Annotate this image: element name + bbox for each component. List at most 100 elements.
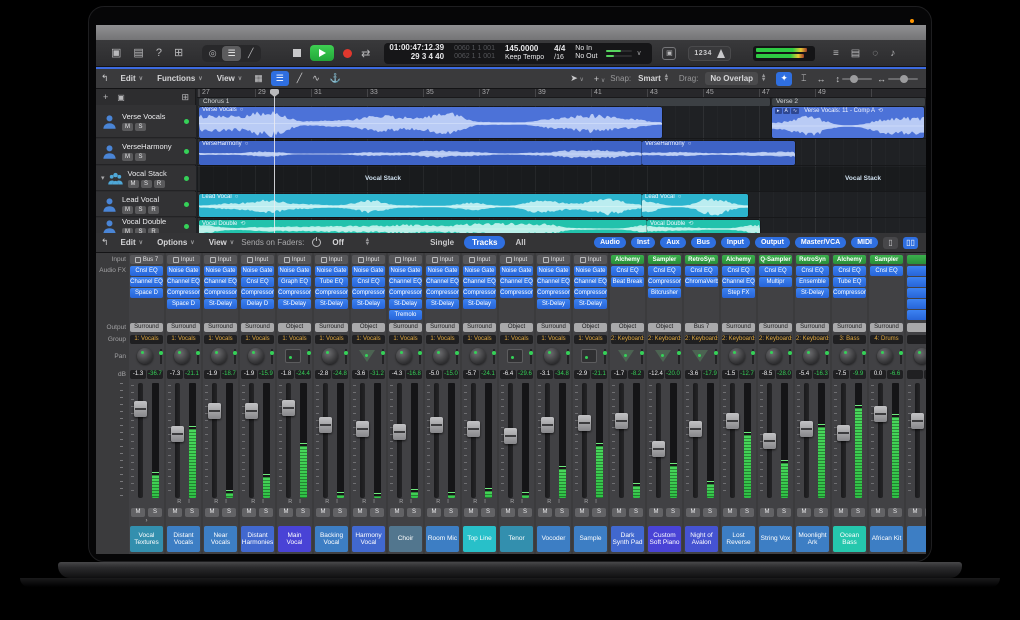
channel-name[interactable]: Custom Soft Piano <box>648 526 681 552</box>
mute-button[interactable]: M <box>390 508 404 517</box>
fx-plugin-slot[interactable]: Tube EQ <box>833 277 866 287</box>
fx-plugin-slot[interactable]: Noise Gate <box>537 266 570 276</box>
volume-db-value[interactable]: -12.4 <box>648 370 664 379</box>
solo-button[interactable]: S <box>135 206 146 214</box>
mute-button[interactable]: M <box>427 508 441 517</box>
duplicate-track-button[interactable]: ▣ <box>117 93 125 102</box>
channel-strip-moonlight-ark[interactable]: RetroSynCnsl EQEnsembleSt-DelaySurround2… <box>795 253 830 554</box>
track-header-vocal-stack[interactable]: ▾Vocal StackMSR <box>96 166 196 191</box>
track-import-icon[interactable]: ⚓ <box>325 73 346 84</box>
record-button[interactable] <box>343 49 352 58</box>
volume-db-value[interactable]: 0.0 <box>870 370 886 379</box>
audio-region[interactable]: Lead Vocal○ <box>642 194 748 217</box>
pan-spread-slider[interactable] <box>271 349 273 364</box>
pan-spread-slider[interactable] <box>197 349 199 364</box>
object-panner-triangle[interactable] <box>692 350 708 362</box>
mute-button[interactable]: M <box>122 206 133 214</box>
volume-db-value[interactable]: -1.9 <box>241 370 257 379</box>
fx-plugin-slot[interactable]: Tube EQ <box>315 277 348 287</box>
fx-plugin-slot[interactable]: Multipr <box>759 277 792 287</box>
fx-plugin-slot[interactable]: Cnsl EQ <box>870 266 903 276</box>
fx-plugin-slot[interactable]: Channel EQ <box>463 277 496 287</box>
menu-view[interactable]: View∨ <box>210 74 250 83</box>
peak-db-value[interactable]: -31.2 <box>369 370 385 379</box>
group-slot[interactable] <box>907 335 926 344</box>
fx-plugin-slot[interactable]: Noise Gate <box>389 266 422 276</box>
single-strip-view-icon[interactable]: ▯ <box>883 237 898 249</box>
peak-db-value[interactable]: -17.9 <box>702 370 718 379</box>
pan-knob[interactable] <box>174 348 190 364</box>
pan-spread-slider[interactable] <box>419 349 421 364</box>
volume-db-value[interactable]: -5.4 <box>796 370 812 379</box>
fx-plugin-slot[interactable]: St-Delay <box>463 299 496 309</box>
mixer-filter-aux[interactable]: Aux <box>660 237 685 248</box>
mute-button[interactable]: M <box>122 153 133 161</box>
output-slot[interactable]: Object <box>648 323 681 332</box>
pan-control[interactable] <box>721 346 756 368</box>
object-panner-triangle[interactable] <box>359 350 375 362</box>
channel-strip-distant-harmonies[interactable]: InputNoise GateCnsl EQCompressorDelay DS… <box>240 253 275 554</box>
channel-name[interactable]: Distant Vocals <box>167 526 200 552</box>
bar-ruler[interactable]: 272931333537394143454749 <box>197 89 926 98</box>
solo-button[interactable]: S <box>518 508 532 517</box>
pan-spread-slider[interactable] <box>863 349 865 364</box>
volume-db-value[interactable]: -1.5 <box>722 370 738 379</box>
mute-button[interactable]: M <box>908 508 922 517</box>
input-monitor-button[interactable]: I <box>225 499 227 506</box>
solo-button[interactable]: S <box>296 508 310 517</box>
count-in-button[interactable]: 1234 <box>694 50 712 57</box>
back-icon[interactable]: ↰ <box>96 237 114 248</box>
input-slot[interactable]: Input <box>352 255 385 264</box>
volume-db-value[interactable]: -2.8 <box>315 370 331 379</box>
group-slot[interactable]: 1: Vocals <box>204 335 237 344</box>
pan-control[interactable] <box>129 346 164 368</box>
volume-fader[interactable] <box>837 425 850 441</box>
fx-plugin-slot[interactable]: Compressor <box>204 288 237 298</box>
channel-strip-ocean-bass[interactable]: AlchemyCnsl EQTube EQCompressorSurround3… <box>832 253 867 554</box>
mixer-filter-audio[interactable]: Audio <box>594 237 626 248</box>
input-monitor-button[interactable]: I <box>299 499 301 506</box>
volume-fader[interactable] <box>578 415 591 431</box>
mixer-filter-master-vca[interactable]: Master/VCA <box>795 237 846 248</box>
fx-plugin-slot[interactable]: Cnsl EQ <box>611 266 644 276</box>
output-slot[interactable]: Surround <box>722 323 755 332</box>
record-enable-button[interactable]: R <box>436 499 440 506</box>
volume-db-value[interactable]: -5.7 <box>463 370 479 379</box>
mute-button[interactable]: M <box>279 508 293 517</box>
input-slot[interactable]: Input <box>315 255 348 264</box>
arrangement-marker[interactable]: Verse 2 <box>772 98 926 106</box>
solo-button[interactable]: S <box>259 508 273 517</box>
channel-name[interactable]: Lost Reverse <box>722 526 755 552</box>
track-header-lead-vocal[interactable]: Lead VocalMSR <box>96 192 196 217</box>
stack-disclosure-icon[interactable]: ▾ <box>101 174 105 182</box>
channel-strip-near-vocals[interactable]: InputNoise GateChannel EQCompressorSt-De… <box>203 253 238 554</box>
solo-button[interactable]: S <box>222 508 236 517</box>
fx-plugin-slot[interactable]: St-Delay <box>315 299 348 309</box>
mute-button[interactable]: M <box>612 508 626 517</box>
output-slot[interactable] <box>907 323 926 332</box>
add-track-button[interactable]: + <box>103 92 108 102</box>
channel-strip-partial[interactable]: MS <box>906 253 926 554</box>
input-slot[interactable]: RetroSyn <box>796 255 829 264</box>
channel-name[interactable]: Near Vocals <box>204 526 237 552</box>
pan-control[interactable] <box>314 346 349 368</box>
input-slot[interactable]: Alchemy <box>722 255 755 264</box>
volume-fader[interactable] <box>652 441 665 457</box>
list-view-icon[interactable]: ☰ <box>271 71 289 86</box>
fx-plugin-slot[interactable]: Cnsl EQ <box>352 277 385 287</box>
output-slot[interactable]: Surround <box>833 323 866 332</box>
solo-button[interactable]: S <box>666 508 680 517</box>
channel-name[interactable]: Vocal Textures <box>130 526 163 552</box>
mute-button[interactable]: M <box>723 508 737 517</box>
output-slot[interactable]: Surround <box>389 323 422 332</box>
mixer-menu-view[interactable]: View∨ <box>202 238 242 247</box>
wide-strip-view-icon[interactable]: ▯▯ <box>903 237 918 249</box>
output-slot[interactable]: Bus 7 <box>685 323 718 332</box>
track-header-verseharmony[interactable]: VerseHarmonyMS <box>96 139 196 165</box>
pan-knob[interactable] <box>840 348 856 364</box>
group-slot[interactable]: 2: Keyboards <box>648 335 681 344</box>
pan-control[interactable] <box>277 346 312 368</box>
fx-plugin-slot[interactable] <box>907 277 926 287</box>
volume-db-value[interactable]: -4.3 <box>389 370 405 379</box>
pan-spread-slider[interactable] <box>567 349 569 364</box>
